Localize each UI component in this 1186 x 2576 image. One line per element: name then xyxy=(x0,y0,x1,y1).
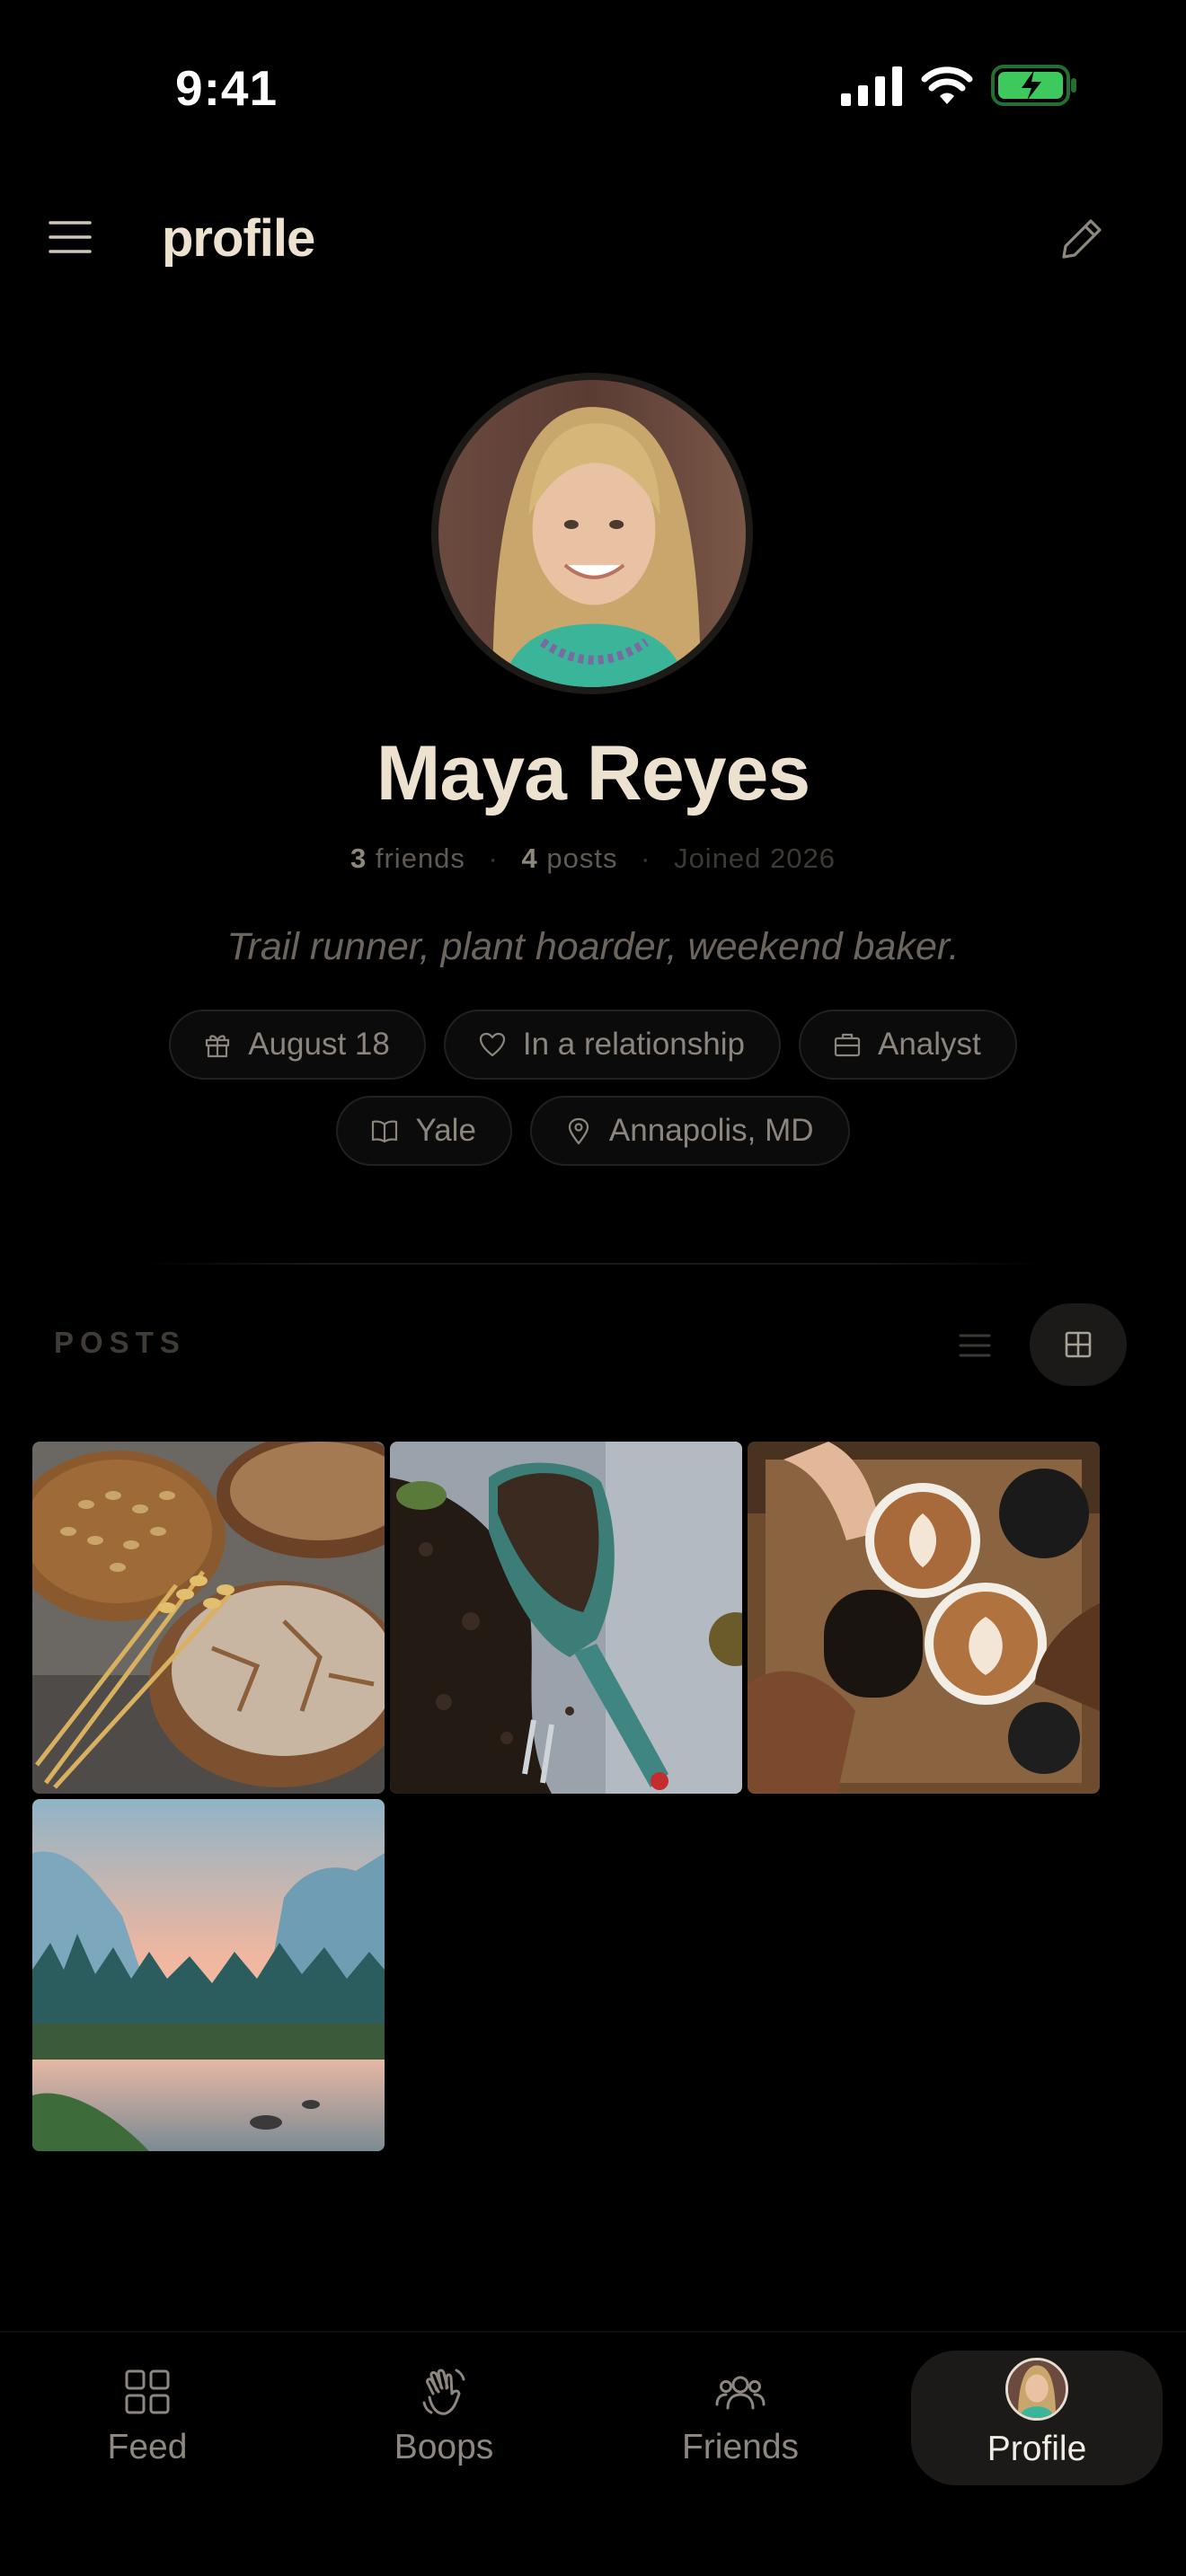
posts-section-label: POSTS xyxy=(54,1326,186,1359)
list-view-button[interactable] xyxy=(943,1317,1006,1374)
status-time: 9:41 xyxy=(175,60,279,116)
birthday-label: August 18 xyxy=(248,1027,390,1062)
grid-view-button[interactable] xyxy=(1030,1303,1127,1386)
cellular-signal-icon xyxy=(841,66,902,106)
occupation-chip: Analyst xyxy=(798,1010,1017,1080)
profile-details-row: August 18 In a relationship Analyst xyxy=(0,1010,1186,1080)
location-label: Annapolis, MD xyxy=(608,1113,814,1148)
post-thumbnail-mountain-river[interactable] xyxy=(32,1799,385,2151)
list-icon xyxy=(959,1334,991,1357)
post-thumbnail-coffee-cheers[interactable] xyxy=(748,1442,1100,1794)
hamburger-menu-icon[interactable] xyxy=(49,219,92,255)
tab-profile-label: Profile xyxy=(987,2430,1087,2468)
education-label: Yale xyxy=(415,1113,476,1148)
relationship-label: In a relationship xyxy=(522,1027,745,1062)
posts-label: posts xyxy=(546,842,618,874)
profile-stats: 3 friends · 4 posts · Joined 2026 xyxy=(0,842,1186,875)
tab-feed-label: Feed xyxy=(107,2428,188,2466)
edit-pencil-icon[interactable] xyxy=(1060,216,1105,260)
waving-hand-icon xyxy=(422,2369,465,2415)
friends-count: 3 xyxy=(350,842,367,874)
tab-friends[interactable]: Friends xyxy=(615,2351,866,2485)
posts-count: 4 xyxy=(521,842,538,874)
education-chip: Yale xyxy=(336,1096,512,1166)
profile-avatar[interactable] xyxy=(431,373,753,694)
book-icon xyxy=(372,1120,398,1143)
people-icon xyxy=(715,2376,766,2410)
page-title: profile xyxy=(162,209,315,268)
post-thumbnail-bread[interactable] xyxy=(32,1442,385,1794)
relationship-chip: In a relationship xyxy=(443,1010,781,1080)
profile-details-row: Yale Annapolis, MD xyxy=(0,1096,1186,1166)
location-pin-icon xyxy=(568,1117,589,1145)
location-chip: Annapolis, MD xyxy=(529,1096,850,1166)
grid-icon xyxy=(125,2369,170,2414)
tab-boops-label: Boops xyxy=(394,2428,494,2466)
profile-bio: Trail runner, plant hoarder, weekend bak… xyxy=(226,925,960,968)
tab-boops[interactable]: Boops xyxy=(318,2351,570,2485)
status-bar: 9:41 xyxy=(0,0,1186,171)
friends-label: friends xyxy=(375,842,465,874)
separator-dot: · xyxy=(641,842,651,874)
battery-charging-icon xyxy=(991,65,1076,106)
section-divider xyxy=(144,1263,1042,1265)
birthday-chip: August 18 xyxy=(169,1010,426,1080)
tab-profile[interactable]: Profile xyxy=(911,2351,1163,2485)
separator-dot: · xyxy=(488,842,499,874)
occupation-label: Analyst xyxy=(877,1027,981,1062)
bottom-tab-bar: Feed Boops Friends Profile xyxy=(0,2331,1186,2576)
avatar xyxy=(1005,2358,1068,2421)
wifi-icon xyxy=(921,66,973,104)
joined-date: Joined 2026 xyxy=(674,842,836,874)
profile-name: Maya Reyes xyxy=(376,730,810,816)
briefcase-icon xyxy=(834,1033,861,1057)
gift-icon xyxy=(206,1035,230,1058)
tab-friends-label: Friends xyxy=(681,2428,800,2466)
top-app-bar: profile xyxy=(0,198,1186,278)
tab-feed[interactable]: Feed xyxy=(22,2351,273,2485)
post-thumbnail-soil-scoop[interactable] xyxy=(390,1442,742,1794)
heart-icon xyxy=(479,1032,505,1057)
grid-icon xyxy=(1065,1331,1092,1358)
posts-section-header: POSTS xyxy=(0,1299,1186,1389)
